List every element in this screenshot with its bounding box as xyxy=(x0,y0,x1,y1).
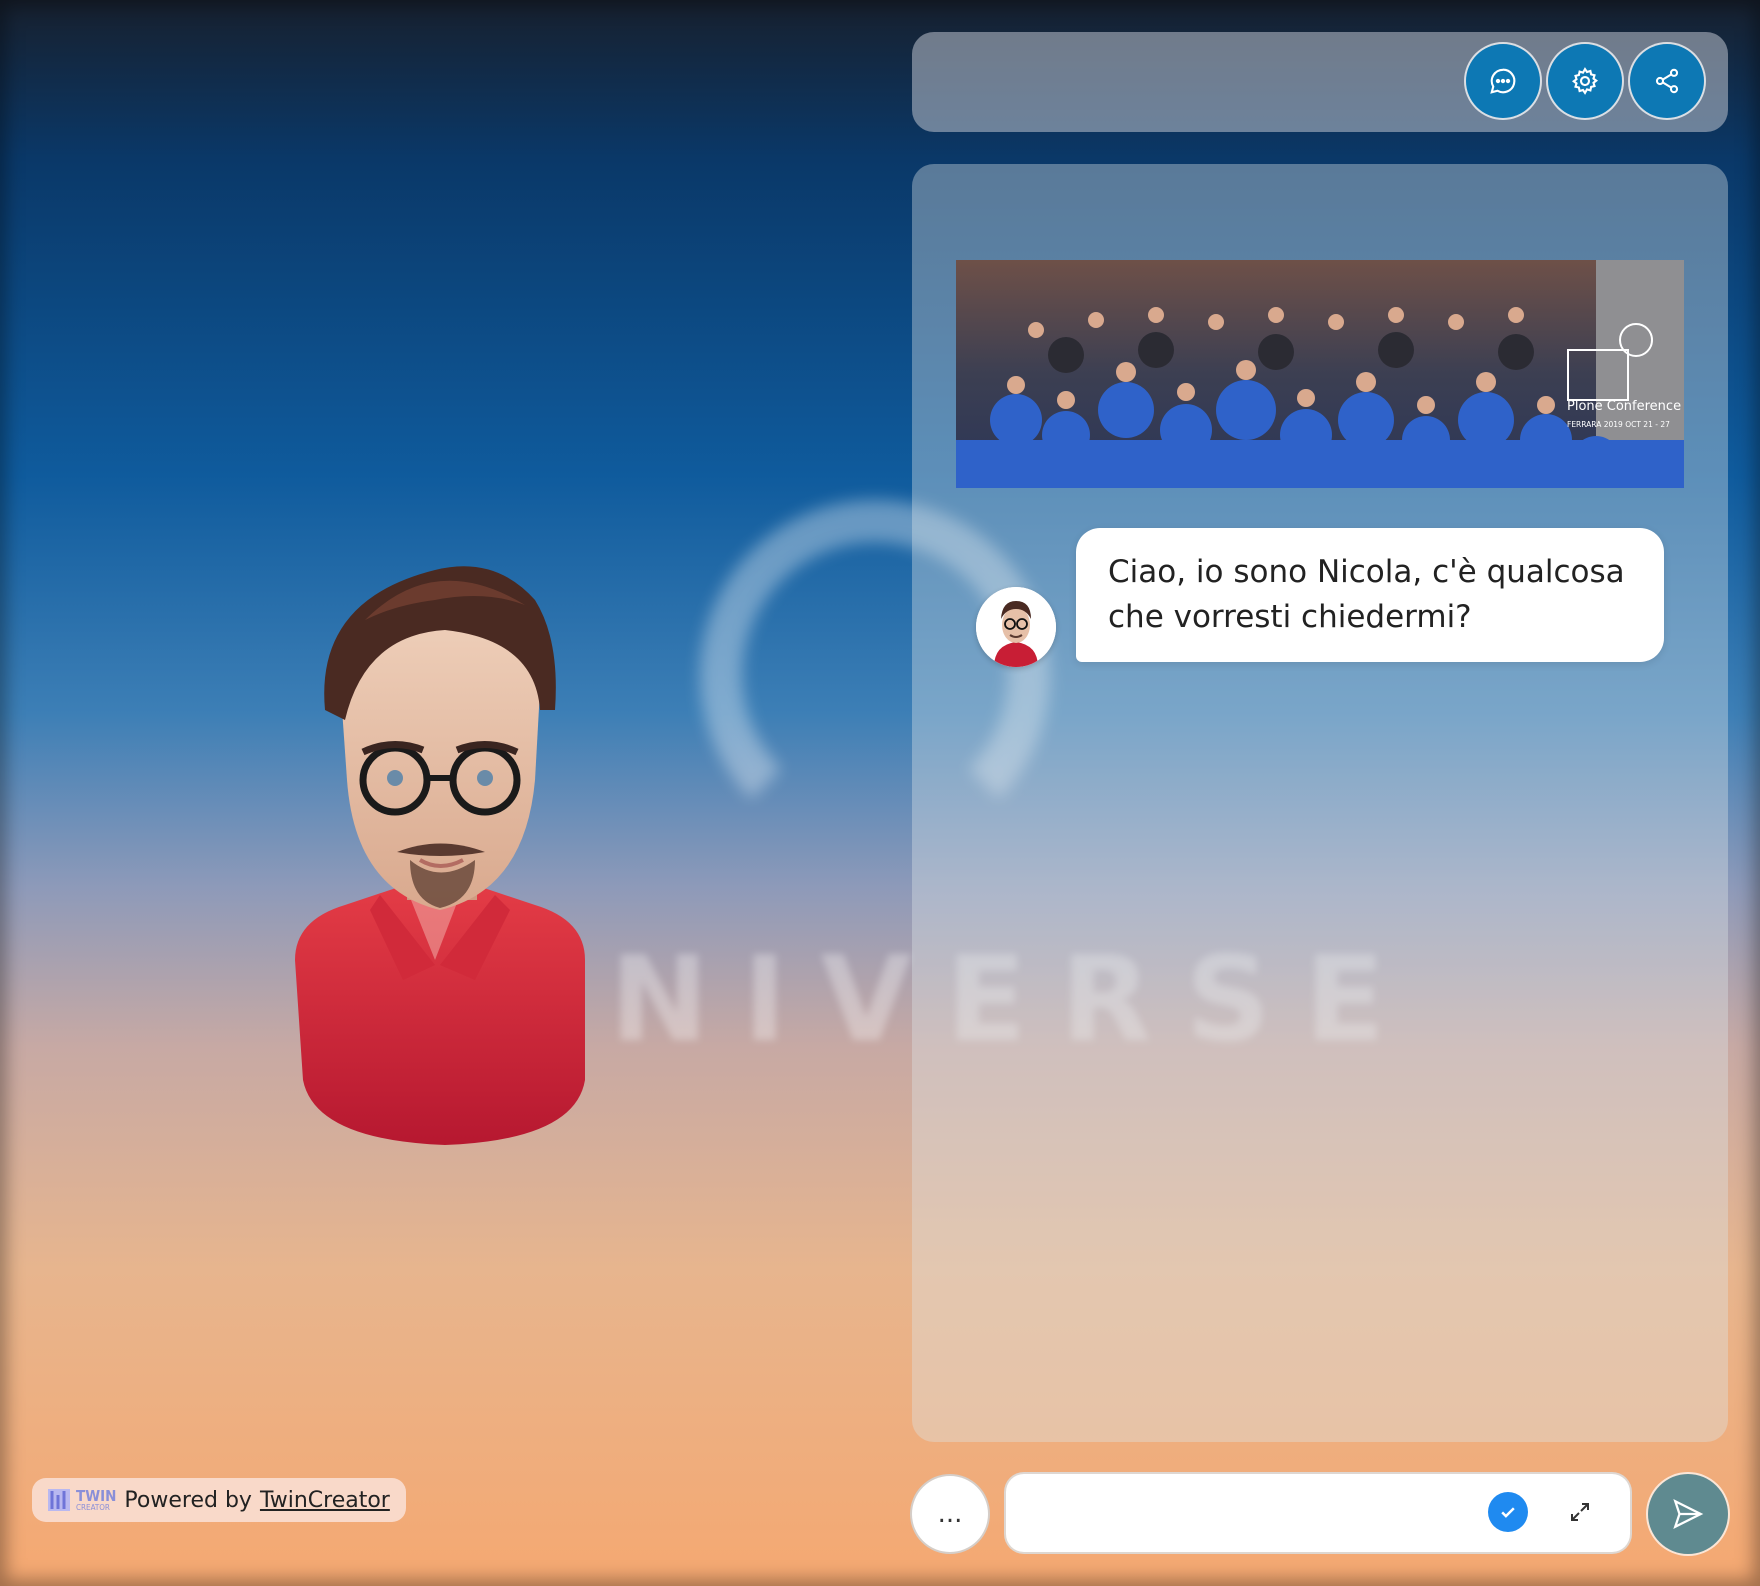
check-icon[interactable] xyxy=(1488,1492,1528,1532)
send-icon xyxy=(1673,1499,1704,1529)
share-icon xyxy=(1655,68,1679,94)
logo-line1: TWIN xyxy=(76,1486,117,1505)
message-input-container xyxy=(1006,1474,1630,1552)
send-button[interactable] xyxy=(1648,1474,1728,1554)
chat-bubble-icon xyxy=(1490,68,1516,94)
top-toolbar xyxy=(912,32,1728,132)
banner-subcaption: FERRARA 2019 OCT 21 - 27 xyxy=(1567,420,1670,429)
share-button[interactable] xyxy=(1630,44,1704,118)
twincreator-link[interactable]: TwinCreator xyxy=(260,1488,390,1513)
message-input[interactable] xyxy=(1026,1486,1470,1542)
banner-caption: Plone Conference xyxy=(1567,399,1681,414)
more-options-button[interactable]: ... xyxy=(912,1476,988,1552)
conference-banner-image: Plone Conference FERRARA 2019 OCT 21 - 2… xyxy=(956,260,1684,488)
powered-by-badge: TWIN CREATOR Powered by TwinCreator xyxy=(32,1478,406,1522)
logo-line2: CREATOR xyxy=(76,1502,110,1512)
digital-twin-avatar xyxy=(295,566,585,1145)
chat-panel: Plone Conference FERRARA 2019 OCT 21 - 2… xyxy=(912,164,1728,1442)
expand-icon[interactable] xyxy=(1562,1494,1598,1530)
chat-button[interactable] xyxy=(1466,44,1540,118)
gear-icon xyxy=(1571,67,1599,95)
settings-button[interactable] xyxy=(1548,44,1622,118)
bot-message-bubble: Ciao, io sono Nicola, c'è qualcosa che v… xyxy=(1076,528,1664,662)
twincreator-logo-icon xyxy=(48,1489,70,1511)
bot-avatar xyxy=(976,587,1056,667)
powered-by-text: Powered by xyxy=(124,1487,252,1513)
twincreator-logo: TWIN CREATOR xyxy=(46,1487,116,1513)
